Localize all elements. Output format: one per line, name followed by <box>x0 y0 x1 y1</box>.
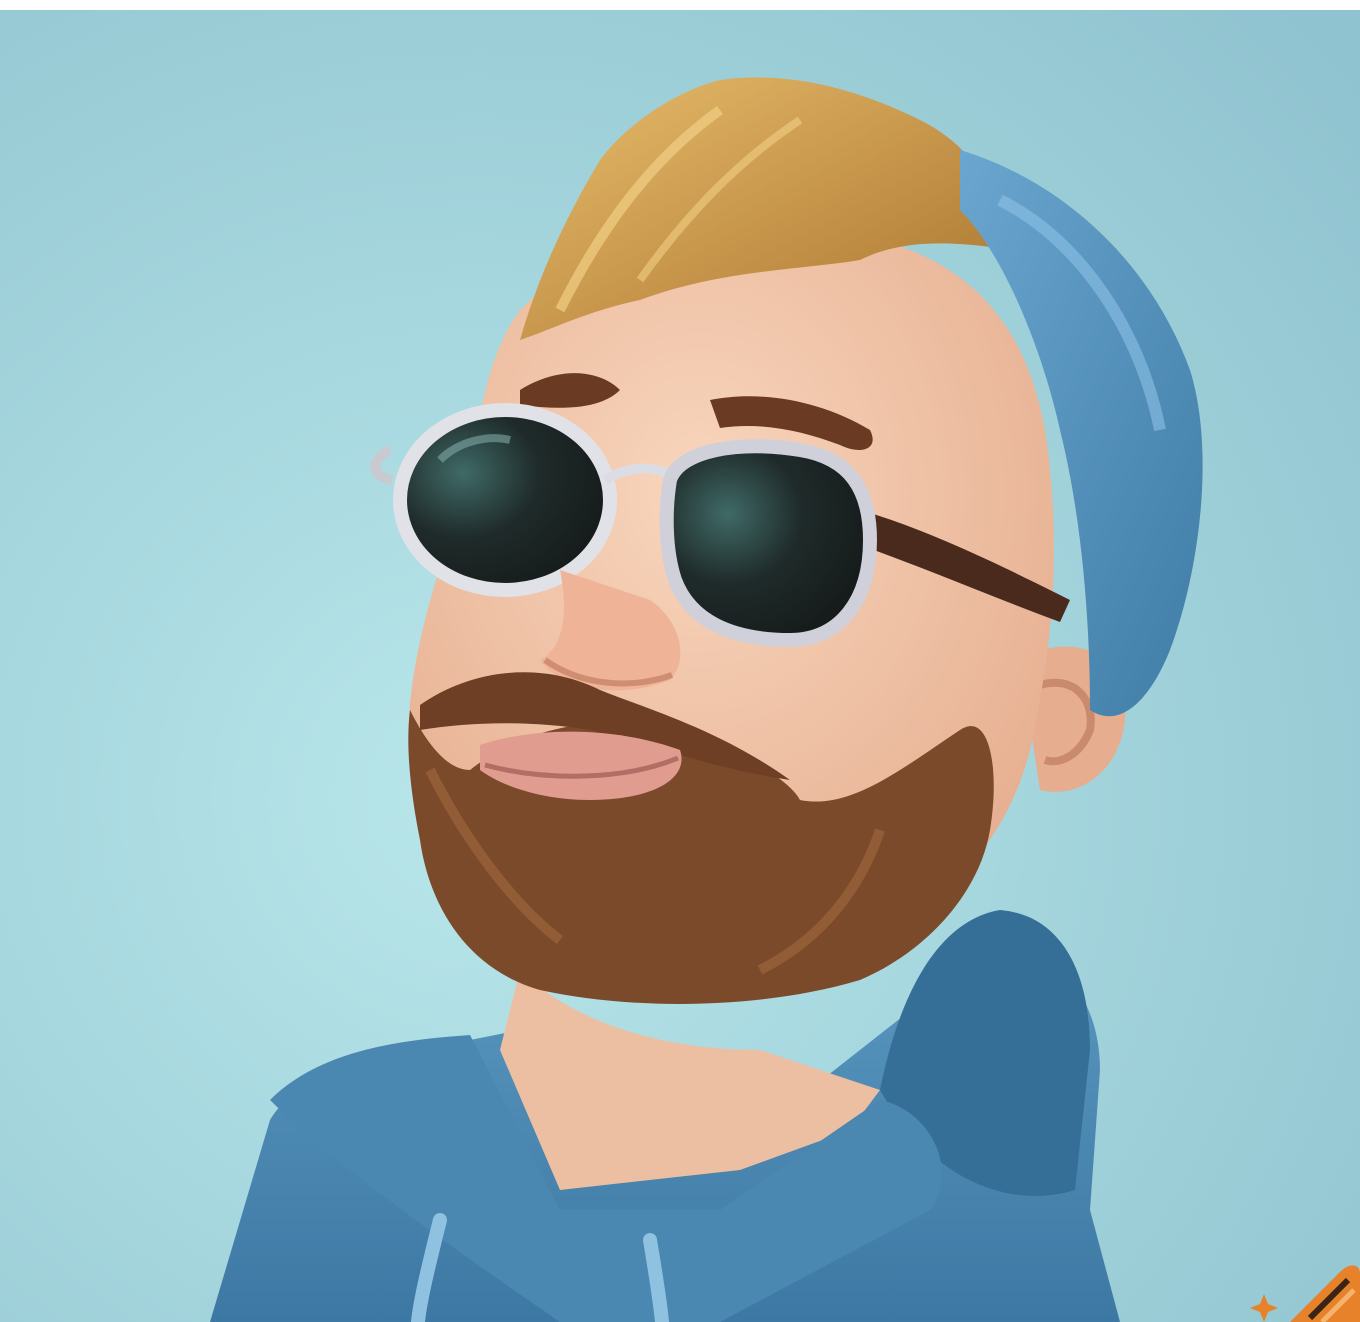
portrait-illustration <box>0 10 1360 1322</box>
sunglasses-lens-right <box>659 439 878 648</box>
image-frame <box>0 0 1360 1322</box>
pencil-sparkle-icon <box>1250 1265 1360 1322</box>
